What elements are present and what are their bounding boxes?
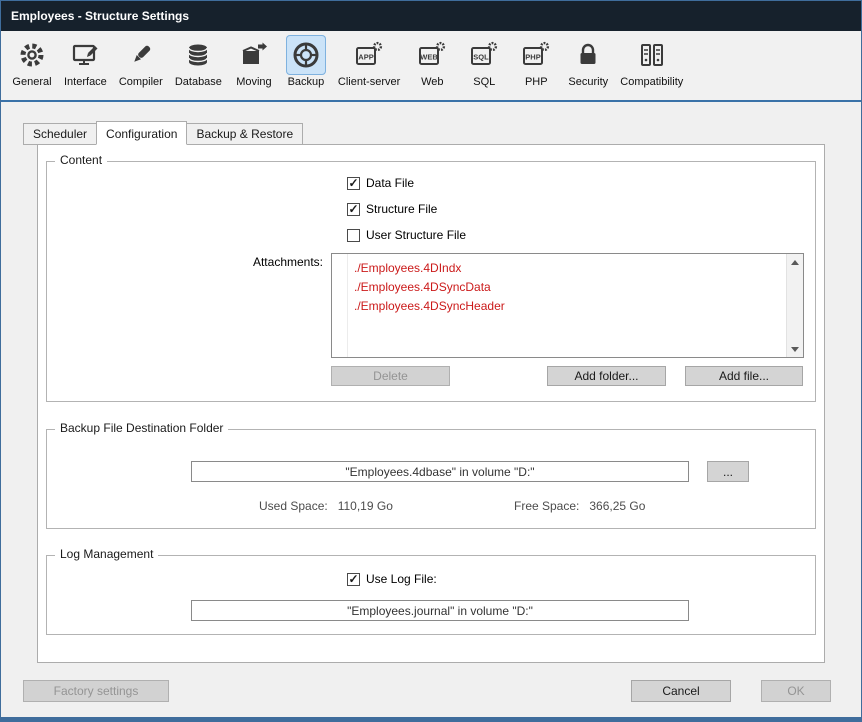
free-space-value: 366,25 Go [589,499,645,513]
toolbar-item-label: SQL [473,76,495,88]
toolbar-item-label: Database [175,76,222,88]
toolbar-item-label: Moving [236,76,271,88]
footer-bar: Factory settings Cancel OK [23,680,831,702]
toolbar-item-backup[interactable]: Backup [280,35,332,88]
log-group-title: Log Management [55,547,158,561]
tab-backup-restore[interactable]: Backup & Restore [186,123,303,145]
checkbox-data-file[interactable]: ✓ Data File [347,175,414,191]
ok-button[interactable]: OK [761,680,831,702]
toolbar-item-moving[interactable]: Moving [228,35,280,88]
lifebuoy-icon [286,35,326,75]
destination-group: Backup File Destination Folder ... Used … [46,429,816,529]
check-icon: ✓ [348,573,358,585]
log-group: Log Management ✓ Use Log File: [46,555,816,635]
free-space: Free Space: 366,25 Go [514,499,645,513]
servers-icon [632,35,672,75]
tab-bar: Scheduler Configuration Backup & Restore [23,123,861,145]
add-file-button[interactable]: Add file... [685,366,803,386]
checkbox-label: Structure File [366,202,437,216]
compiler-pen-icon [121,35,161,75]
free-space-label: Free Space: [514,499,579,513]
checkbox-box [347,229,360,242]
checkbox-label: Data File [366,176,414,190]
attachment-item[interactable]: ./Employees.4DSyncHeader [332,297,785,316]
structure-settings-window: Employees - Structure Settings General I… [0,0,862,722]
check-icon: ✓ [348,203,358,215]
triangle-down-icon [791,347,799,352]
scroll-up-arrow[interactable] [787,254,804,270]
monitor-pencil-icon [65,35,105,75]
toolbar-item-label: Client-server [338,76,400,88]
toolbar-item-security[interactable]: Security [562,35,614,88]
toolbar-item-compatibility[interactable]: Compatibility [614,35,689,88]
sql-gear-icon: SQL [464,35,504,75]
toolbar-item-label: Compatibility [620,76,683,88]
toolbar-item-label: Compiler [119,76,163,88]
triangle-up-icon [791,260,799,265]
checkbox-box: ✓ [347,573,360,586]
attachments-scrollbar[interactable] [786,254,803,357]
destination-path-field[interactable] [191,461,689,482]
configuration-panel: Content ✓ Data File ✓ Structure File Use… [37,144,825,663]
toolbar-item-compiler[interactable]: Compiler [113,35,169,88]
destination-group-title: Backup File Destination Folder [55,421,228,435]
titlebar: Employees - Structure Settings [1,1,861,31]
add-folder-button[interactable]: Add folder... [547,366,666,386]
checkbox-use-log-file[interactable]: ✓ Use Log File: [347,571,437,587]
attachments-list: ./Employees.4DIndx ./Employees.4DSyncDat… [332,259,785,316]
lock-icon [568,35,608,75]
app-gear-icon: APP [349,35,389,75]
toolbar-item-web[interactable]: WEB Web [406,35,458,88]
web-gear-icon: WEB [412,35,452,75]
svg-text:APP: APP [358,53,373,62]
toolbar-item-general[interactable]: General [6,35,58,88]
tab-configuration[interactable]: Configuration [96,121,187,145]
attachment-item[interactable]: ./Employees.4DIndx [332,259,785,278]
cancel-button[interactable]: Cancel [631,680,731,702]
content-group: Content ✓ Data File ✓ Structure File Use… [46,161,816,402]
toolbar-item-interface[interactable]: Interface [58,35,113,88]
checkbox-box: ✓ [347,177,360,190]
checkbox-user-structure-file[interactable]: User Structure File [347,227,466,243]
attachments-listbox[interactable]: ./Employees.4DIndx ./Employees.4DSyncDat… [331,253,804,358]
toolbar-item-sql[interactable]: SQL SQL [458,35,510,88]
used-space: Used Space: 110,19 Go [259,499,393,513]
toolbar-item-client-server[interactable]: APP Client-server [332,35,406,88]
scroll-down-arrow[interactable] [787,341,804,357]
tab-scheduler[interactable]: Scheduler [23,123,97,145]
settings-toolbar: General Interface Compiler Database Movi [1,31,861,102]
toolbar-item-label: Web [421,76,443,88]
checkbox-box: ✓ [347,203,360,216]
svg-text:WEB: WEB [421,53,439,62]
toolbar-item-database[interactable]: Database [169,35,228,88]
database-icon [178,35,218,75]
php-gear-icon: PHP [516,35,556,75]
svg-text:SQL: SQL [474,53,490,62]
checkbox-structure-file[interactable]: ✓ Structure File [347,201,437,217]
toolbar-item-label: Interface [64,76,107,88]
used-space-value: 110,19 Go [338,499,393,513]
browse-button[interactable]: ... [707,461,749,482]
checkbox-label: User Structure File [366,228,466,242]
toolbar-item-label: PHP [525,76,548,88]
used-space-label: Used Space: [259,499,328,513]
attachment-item[interactable]: ./Employees.4DSyncData [332,278,785,297]
toolbar-item-label: General [12,76,51,88]
content-group-title: Content [55,153,107,167]
toolbar-item-php[interactable]: PHP PHP [510,35,562,88]
moving-box-icon [234,35,274,75]
gear-icon [12,35,52,75]
window-title: Employees - Structure Settings [11,9,189,23]
toolbar-item-label: Security [568,76,608,88]
toolbar-item-label: Backup [288,76,325,88]
log-path-field[interactable] [191,600,689,621]
checkbox-label: Use Log File: [366,572,437,586]
svg-text:PHP: PHP [526,53,541,62]
attachments-label: Attachments: [47,255,323,269]
check-icon: ✓ [348,177,358,189]
delete-button[interactable]: Delete [331,366,450,386]
factory-settings-button[interactable]: Factory settings [23,680,169,702]
